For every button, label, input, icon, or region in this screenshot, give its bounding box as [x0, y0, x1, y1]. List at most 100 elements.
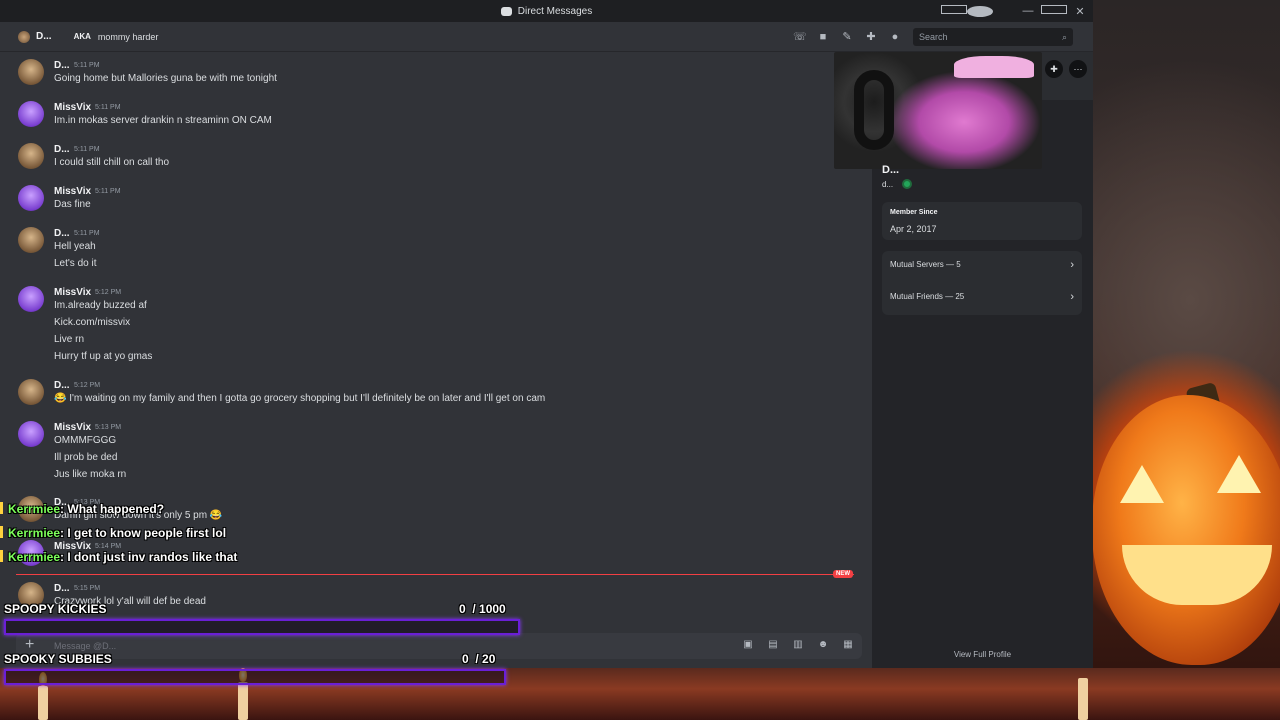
chevron-right-icon: › [1070, 259, 1074, 271]
more-options-icon[interactable]: ⋯ [1069, 60, 1087, 78]
video-icon[interactable]: ■ [817, 31, 829, 43]
new-messages-divider [16, 574, 854, 575]
mutual-friends-row[interactable]: Mutual Friends — 25 › [890, 291, 1074, 312]
inbox-icon[interactable] [941, 5, 967, 17]
nickname: mommy harder [97, 31, 159, 42]
goal-count: 0 / 20 [462, 652, 496, 666]
avatar[interactable] [18, 286, 44, 312]
member-since-value: Apr 2, 2017 [890, 224, 937, 234]
message-author[interactable]: MissVix [54, 287, 91, 298]
user-profile-panel: ✚ ⋯ D... d... Member Since Apr 2, 2017 M… [834, 52, 1093, 668]
window-title: Direct Messages [517, 5, 593, 17]
dm-recipient-name[interactable]: D... [36, 31, 52, 42]
add-friend-icon[interactable]: ✚ [865, 31, 877, 43]
message-text: Ill prob be ded [54, 452, 118, 463]
avatar[interactable] [18, 379, 44, 405]
member-since-label: Member Since [890, 209, 938, 216]
webcam-feed [834, 52, 1042, 169]
search-input[interactable]: Search ⌕ [913, 28, 1073, 46]
message-text: Let's do it [54, 258, 97, 269]
avatar[interactable] [18, 30, 30, 43]
message-input[interactable]: Message @D... [54, 641, 116, 651]
avatar[interactable] [18, 421, 44, 447]
help-icon[interactable]: ? [967, 5, 993, 17]
message-text: Hell yeah [54, 241, 96, 252]
search-icon: ⌕ [1061, 31, 1067, 42]
close-button[interactable]: ✕ [1067, 5, 1093, 18]
message-timestamp: 5:12 PM [95, 289, 122, 296]
message-text: I could still chill on call tho [54, 157, 170, 168]
title-bar: Direct Messages ? — ✕ [0, 0, 1093, 22]
avatar[interactable] [18, 185, 44, 211]
message-timestamp: 5:11 PM [95, 188, 121, 195]
message-timestamp: 5:11 PM [74, 146, 100, 153]
avatar[interactable] [18, 227, 44, 253]
jack-o-lantern-art [1092, 395, 1280, 665]
message-text: Im.in mokas server drankin n streaminn O… [54, 115, 272, 126]
message-text: 😂 I'm waiting on my family and then I go… [54, 393, 546, 404]
avatar[interactable] [18, 59, 44, 85]
discord-logo-icon [500, 6, 512, 16]
message-timestamp: 5:11 PM [95, 104, 121, 111]
add-friend-icon[interactable]: ✚ [1045, 60, 1063, 78]
message-author[interactable]: D... [54, 380, 70, 391]
message-author[interactable]: MissVix [54, 102, 91, 113]
stream-chat-line: Kerrmiee: I dont just inv randos like th… [0, 550, 237, 564]
message-author[interactable]: D... [54, 144, 70, 155]
maximize-button[interactable] [1041, 5, 1067, 17]
message-timestamp: 5:15 PM [74, 585, 101, 592]
message-text: Das fine [54, 199, 91, 210]
pin-icon[interactable]: ✎ [841, 31, 853, 43]
profile-icon[interactable]: ● [889, 31, 901, 43]
search-placeholder: Search [919, 32, 948, 42]
message-author[interactable]: D... [54, 60, 70, 71]
chat-username: Kerrmiee [8, 550, 61, 564]
message-text: Im.already buzzed af [54, 300, 147, 311]
message-composer[interactable]: + Message @D... ▣ ▤ ▥ ☻ ▦ [16, 633, 862, 659]
apps-icon[interactable]: ▦ [842, 639, 854, 651]
chat-text: : I dont just inv randos like that [60, 550, 238, 564]
sticker-icon[interactable]: ▥ [792, 639, 804, 651]
dm-header: D... AKA mommy harder ☏ ■ ✎ ✚ ● Search ⌕ [0, 22, 1093, 52]
stream-chat-line: Kerrmiee: What happened? [0, 502, 164, 516]
chat-text: : I get to know people first lol [60, 526, 227, 540]
message-timestamp: 5:14 PM [95, 543, 122, 550]
message-author[interactable]: MissVix [54, 186, 91, 197]
message-author[interactable]: D... [54, 228, 70, 239]
message-timestamp: 5:13 PM [95, 424, 122, 431]
chat-badge-icon [0, 502, 3, 514]
chat-badge-icon [0, 550, 3, 562]
online-status-icon [902, 179, 912, 189]
message-text: Hurry tf up at yo gmas [54, 351, 153, 362]
chat-badge-icon [0, 526, 3, 538]
gift-icon[interactable]: ▣ [742, 639, 754, 651]
chevron-right-icon: › [1070, 291, 1074, 303]
discord-window: Direct Messages ? — ✕ D... AKA mommy har… [0, 0, 1093, 668]
new-messages-badge: NEW [833, 570, 853, 578]
mutuals-card: Mutual Servers — 5 › Mutual Friends — 25… [882, 251, 1082, 315]
emoji-icon[interactable]: ☻ [817, 639, 829, 651]
chat-text: : What happened? [60, 502, 165, 516]
mutual-friends-label: Mutual Friends — 25 [890, 292, 965, 301]
stream-chat-line: Kerrmiee: I get to know people first lol [0, 526, 226, 540]
chat-username: Kerrmiee [8, 526, 61, 540]
message-author[interactable]: D... [54, 583, 70, 594]
chat-username: Kerrmiee [8, 502, 61, 516]
minimize-button[interactable]: — [1015, 5, 1041, 17]
aka-label: AKA [73, 32, 91, 41]
goal-progress-bar [4, 669, 506, 685]
member-since-card: Member Since Apr 2, 2017 [882, 202, 1082, 240]
mutual-servers-row[interactable]: Mutual Servers — 5 › [890, 259, 1074, 280]
phone-icon[interactable]: ☏ [793, 31, 807, 43]
view-full-profile-link[interactable]: View Full Profile [872, 650, 1093, 659]
avatar[interactable] [18, 143, 44, 169]
avatar[interactable] [18, 101, 44, 127]
attach-plus-icon[interactable]: + [25, 637, 34, 653]
message-timestamp: 5:11 PM [74, 230, 100, 237]
message-list[interactable]: D... 5:11 PM Going home but Mallories guna… [0, 52, 870, 627]
goal-title: SPOOPY KICKIES [4, 602, 107, 616]
message-author[interactable]: MissVix [54, 422, 91, 433]
mutual-servers-label: Mutual Servers — 5 [890, 260, 961, 269]
goal-title: SPOOKY SUBBIES [4, 652, 112, 666]
gif-icon[interactable]: ▤ [767, 639, 779, 651]
